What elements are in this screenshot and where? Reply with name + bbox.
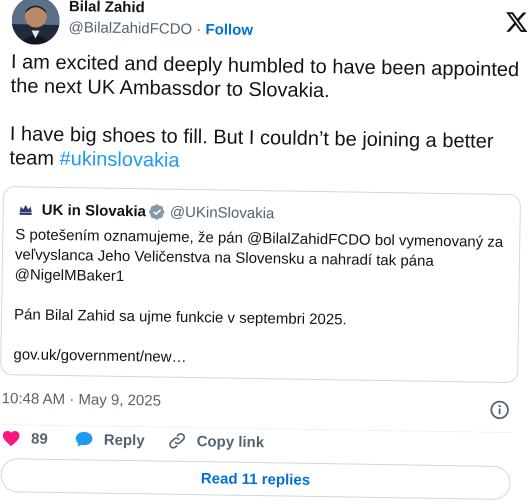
tweet-header: Bilal Zahid @BilalZahidFCDO · Follow xyxy=(11,0,253,48)
handle-separator: · xyxy=(196,20,202,38)
author-display-name[interactable]: Bilal Zahid xyxy=(69,0,254,18)
tweet-card: Bilal Zahid @BilalZahidFCDO · Follow I a… xyxy=(0,0,531,504)
copy-link-button[interactable]: Copy link xyxy=(166,431,264,453)
heart-icon xyxy=(2,430,20,447)
link-icon xyxy=(168,433,185,449)
reply-button[interactable]: Reply xyxy=(74,429,167,450)
quoted-tweet[interactable]: UK in Slovakia @UKinSlovakia S potešením… xyxy=(0,186,522,384)
author-avatar[interactable] xyxy=(11,0,61,45)
tweet-text: I am excited and deeply humbled to have … xyxy=(9,50,526,178)
copy-link-label: Copy link xyxy=(196,432,265,451)
verified-badge-icon xyxy=(149,203,165,220)
like-button[interactable]: 89 xyxy=(1,428,74,449)
speech-bubble-icon xyxy=(75,431,93,447)
quoted-text-line1: S potešením oznamujeme, že pán @BilalZah… xyxy=(14,226,504,285)
reply-label: Reply xyxy=(103,431,145,449)
quoted-tweet-body: S potešením oznamujeme, že pán @BilalZah… xyxy=(13,225,509,373)
like-count: 89 xyxy=(30,430,48,448)
tweet-timestamp[interactable]: 10:48 AM · May 9, 2025 xyxy=(2,390,162,409)
author-handle[interactable]: @BilalZahidFCDO xyxy=(68,19,192,38)
author-handle-row: @BilalZahidFCDO · Follow xyxy=(68,18,253,41)
hashtag-link[interactable]: #ukinslovakia xyxy=(59,148,179,172)
read-replies-button[interactable]: Read 11 replies xyxy=(0,458,511,501)
action-bar: 89 Reply Copy link xyxy=(1,428,264,452)
quoted-handle[interactable]: @UKinSlovakia xyxy=(170,203,275,222)
info-icon[interactable] xyxy=(489,400,509,420)
crown-crest-icon xyxy=(15,199,36,220)
quoted-display-name[interactable]: UK in Slovakia xyxy=(42,201,146,220)
tweet-text-line1: I am excited and deeply humbled to have … xyxy=(10,51,525,103)
quoted-tweet-header: UK in Slovakia @UKinSlovakia xyxy=(15,199,275,223)
author-name-block: Bilal Zahid @BilalZahidFCDO · Follow xyxy=(68,0,253,40)
follow-button[interactable]: Follow xyxy=(205,21,253,39)
x-logo-icon[interactable] xyxy=(505,10,529,34)
